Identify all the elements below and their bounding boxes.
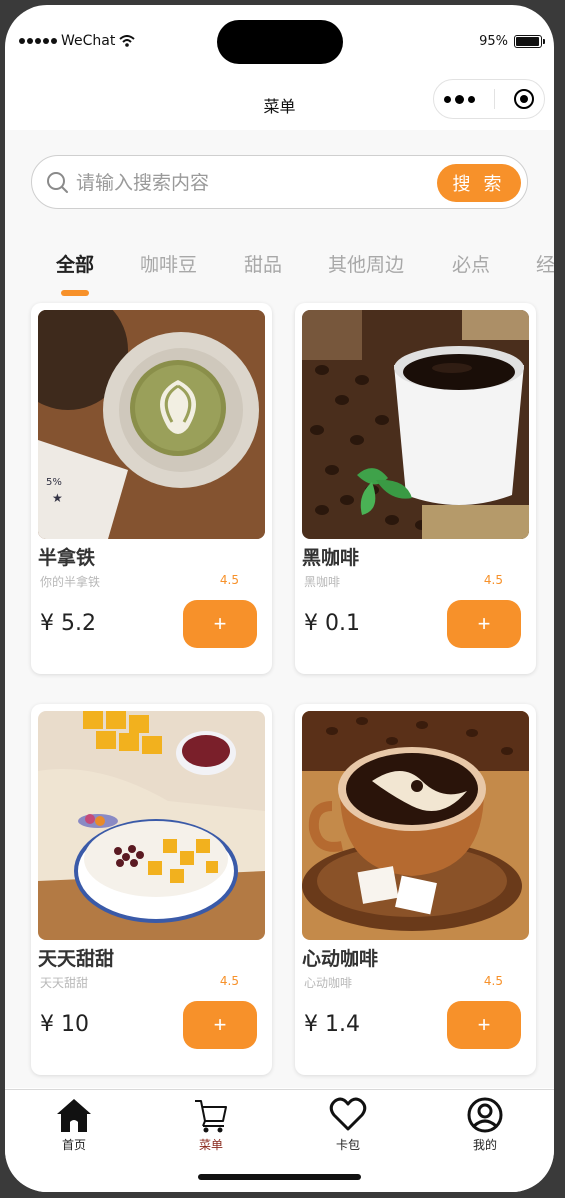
product-card[interactable]: 天天甜甜 天天甜甜 4.5 ¥ 10 + [31,704,272,1075]
product-card[interactable]: 心动咖啡 心动咖啡 4.5 ¥ 1.4 + [295,704,536,1075]
latte-art-photo: 5% ★ [38,310,265,539]
product-subtitle: 你的半拿铁 [40,575,101,589]
close-icon[interactable] [514,89,535,109]
search-bar: 搜 索 [31,155,528,209]
tabbar-item-profile[interactable]: 我的 [445,1096,525,1153]
tab-merchandise[interactable]: 其他周边 [328,250,404,277]
mini-program-capsule [433,79,545,119]
product-subtitle: 黑咖啡 [304,575,341,589]
svg-text:5%: 5% [46,477,62,488]
product-price: ¥ 10 [40,1012,89,1037]
add-to-cart-button[interactable]: + [183,600,257,648]
wifi-icon [119,35,136,47]
black-coffee-photo [302,310,529,539]
carrier-name: WeChat [61,33,116,49]
add-to-cart-button[interactable]: + [183,1001,257,1049]
carrier-info: WeChat [19,33,136,49]
tabbar-item-menu[interactable]: 菜单 [171,1096,251,1153]
search-input[interactable] [76,168,376,198]
signal-icon [19,38,57,44]
product-price: ¥ 1.4 [304,1012,360,1037]
menu-content: 搜 索 全部 咖啡豆 甜品 其他周边 必点 经 5% ★ [5,130,554,1088]
battery-status: 95% [479,34,545,49]
battery-percent: 95% [479,34,508,49]
product-rating: 4.5 [483,974,503,988]
dynamic-island [217,20,343,64]
capsule-divider [493,89,495,109]
tab-coffee-beans[interactable]: 咖啡豆 [140,250,197,277]
heart-icon [329,1097,367,1131]
tab-desserts[interactable]: 甜品 [244,250,282,277]
product-name: 半拿铁 [38,547,96,569]
cart-icon [195,1100,227,1133]
product-subtitle: 心动咖啡 [304,976,353,990]
tab-all[interactable]: 全部 [56,250,94,277]
add-to-cart-button[interactable]: + [447,600,521,648]
search-icon [47,172,68,193]
home-indicator[interactable] [198,1174,361,1180]
user-icon [467,1097,503,1133]
product-rating: 4.5 [219,573,239,587]
mango-dessert-photo [38,711,265,940]
product-name: 天天甜甜 [38,948,115,970]
product-name: 心动咖啡 [302,948,379,970]
more-icon[interactable] [443,94,475,104]
tab-must-order[interactable]: 必点 [452,250,490,277]
tab-more[interactable]: 经 [536,250,554,277]
product-name: 黑咖啡 [302,547,360,569]
product-card[interactable]: 黑咖啡 黑咖啡 4.5 ¥ 0.1 + [295,303,536,674]
add-to-cart-button[interactable]: + [447,1001,521,1049]
active-tab-indicator [61,290,89,296]
search-button[interactable]: 搜 索 [437,164,521,202]
tabbar-label: 我的 [472,1138,497,1152]
product-price: ¥ 0.1 [304,611,360,636]
product-card[interactable]: 5% ★ 半拿铁 你的半拿铁 4.5 ¥ 5.2 + [31,303,272,674]
phone-screen: WeChat 95% 菜单 搜 索 全部 咖 [5,5,554,1192]
product-rating: 4.5 [219,974,239,988]
battery-icon [514,35,545,48]
coffee-sugar-photo [302,711,529,940]
tabbar-label: 卡包 [335,1138,360,1152]
tabbar-label: 菜单 [198,1138,223,1152]
svg-text:★: ★ [52,491,63,505]
tabbar-label: 首页 [61,1138,86,1152]
tabbar-item-wallet[interactable]: 卡包 [308,1096,388,1153]
product-rating: 4.5 [483,573,503,587]
product-subtitle: 天天甜甜 [40,976,89,990]
status-bar: WeChat 95% [5,5,554,77]
product-price: ¥ 5.2 [40,611,96,636]
tabbar-item-home[interactable]: 首页 [34,1096,114,1153]
home-icon [57,1099,91,1132]
